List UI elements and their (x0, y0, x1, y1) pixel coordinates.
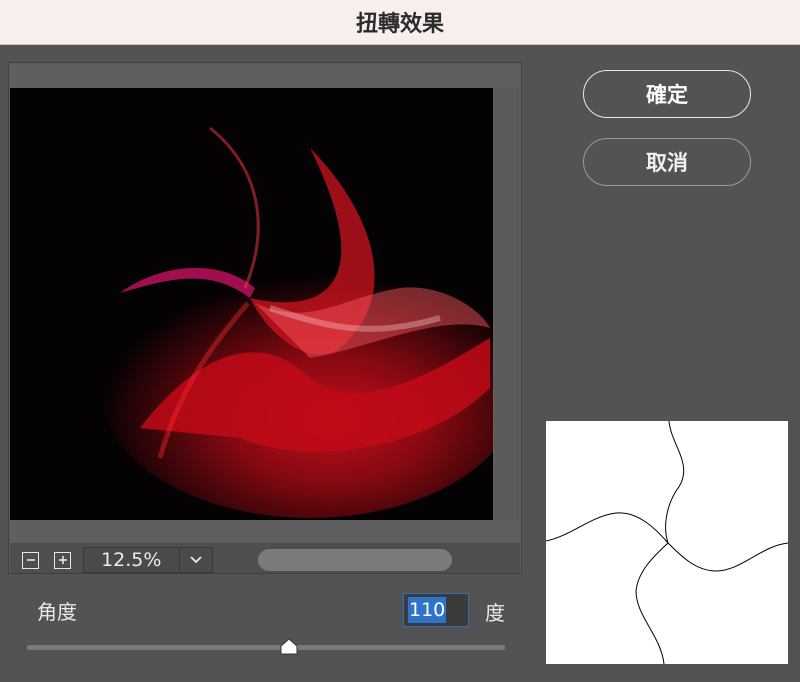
zoom-level-select[interactable]: 12.5% (83, 547, 213, 573)
angle-unit-label: 度 (485, 601, 505, 625)
angle-value: 110 (408, 597, 447, 623)
twirl-preview-graphic (10, 88, 493, 520)
ok-button[interactable]: 確定 (583, 70, 751, 118)
angle-input[interactable]: 110 (403, 593, 469, 627)
chevron-down-icon (190, 556, 202, 564)
slider-handle-icon (280, 638, 298, 655)
cancel-button[interactable]: 取消 (583, 138, 751, 186)
zoom-in-button[interactable] (54, 552, 71, 569)
twirl-curves-graphic (545, 420, 789, 665)
twirl-diagram (545, 420, 789, 665)
angle-slider-thumb[interactable] (279, 636, 299, 656)
minus-icon (26, 559, 35, 561)
zoom-out-button[interactable] (22, 552, 39, 569)
preview-horizontal-scrollbar[interactable] (258, 549, 452, 571)
angle-label: 角度 (37, 600, 77, 624)
zoom-dropdown-toggle[interactable] (178, 548, 212, 572)
dialog-title: 扭轉效果 (0, 0, 800, 45)
zoom-level-value: 12.5% (101, 549, 162, 571)
preview-vertical-scrollbar[interactable] (495, 88, 519, 520)
preview-image[interactable] (10, 88, 493, 520)
angle-slider-track[interactable] (27, 645, 505, 650)
plus-icon (58, 556, 67, 564)
